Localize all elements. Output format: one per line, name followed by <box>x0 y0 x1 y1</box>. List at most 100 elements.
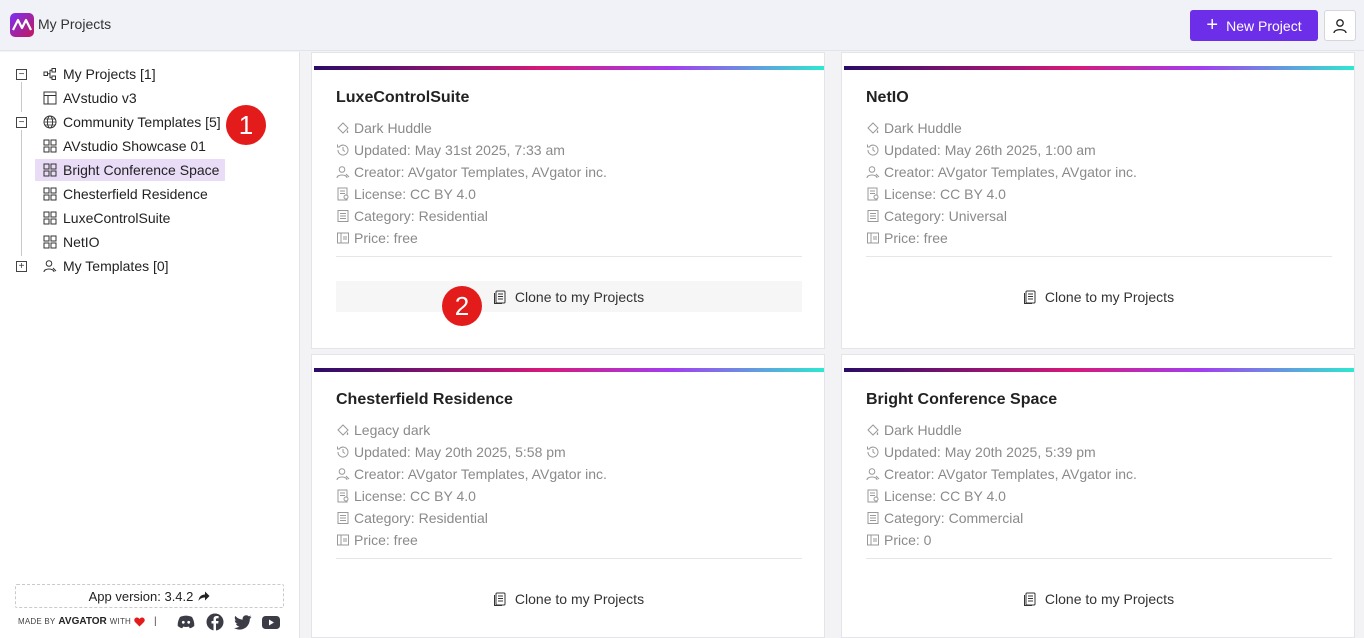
clone-label: Clone to my Projects <box>1044 288 1175 305</box>
card-updated: Updated: May 26th 2025, 1:00 am <box>866 140 1096 160</box>
card-price-text: Price: free <box>884 230 948 246</box>
expand-toggle-icon[interactable]: + <box>16 261 27 272</box>
card-theme-text: Dark Huddle <box>884 120 962 136</box>
card-accent-bar <box>314 66 824 70</box>
heart-icon <box>134 617 145 626</box>
license-icon <box>866 489 880 503</box>
card-category-text: Category: Commercial <box>884 510 1024 526</box>
new-project-button[interactable]: + New Project <box>1190 10 1318 41</box>
card-theme: Dark Huddle <box>866 420 962 440</box>
card-category: Category: Residential <box>336 508 488 528</box>
tree-item-label: AVstudio v3 <box>63 90 137 106</box>
card-license: License: CC BY 4.0 <box>866 486 1006 506</box>
discord-icon[interactable] <box>177 613 195 631</box>
clock-history-icon <box>336 445 350 459</box>
license-icon <box>336 489 350 503</box>
price-icon <box>336 231 350 245</box>
tree-item-community-templates[interactable]: Community Templates [5] <box>43 111 221 133</box>
template-icon <box>43 211 57 225</box>
card-price: Price: free <box>336 228 418 248</box>
card-license-text: License: CC BY 4.0 <box>354 488 476 504</box>
clone-document-icon <box>1023 290 1036 304</box>
clone-to-projects-button[interactable]: Clone to my Projects <box>336 281 802 312</box>
tree-item-chesterfield-residence[interactable]: Chesterfield Residence <box>43 183 208 205</box>
tree-item-netio[interactable]: NetIO <box>43 231 100 253</box>
card-license: License: CC BY 4.0 <box>866 184 1006 204</box>
twitter-icon[interactable] <box>234 613 252 631</box>
tree-item-avstudio-v3[interactable]: AVstudio v3 <box>43 87 137 109</box>
app-version-box[interactable]: App version: 3.4.2 <box>15 584 284 608</box>
clone-to-projects-button[interactable]: Clone to my Projects <box>866 583 1332 614</box>
card-divider <box>336 558 802 559</box>
tree-item-label: NetIO <box>63 234 100 250</box>
card-updated: Updated: May 20th 2025, 5:39 pm <box>866 442 1096 462</box>
template-icon <box>43 139 57 153</box>
category-icon <box>336 511 350 525</box>
tree-item-label: Bright Conference Space <box>63 162 220 178</box>
card-theme-text: Dark Huddle <box>884 422 962 438</box>
step-badge-1: 1 <box>226 105 266 145</box>
made-by-credit: MADE BY AVGATOR WITH | <box>18 616 157 627</box>
card-creator: Creator: AVgator Templates, AVgator inc. <box>866 162 1137 182</box>
card-price-text: Price: free <box>354 532 418 548</box>
clock-history-icon <box>336 143 350 157</box>
creator-icon <box>336 467 350 481</box>
template-card: Chesterfield Residence Legacy dark Updat… <box>311 354 825 638</box>
card-divider <box>866 558 1332 559</box>
card-license: License: CC BY 4.0 <box>336 486 476 506</box>
app-logo-icon[interactable] <box>10 13 34 37</box>
made-by-with: WITH <box>109 617 132 626</box>
card-price: Price: 0 <box>866 530 931 550</box>
card-category-text: Category: Residential <box>354 208 488 224</box>
paint-bucket-icon <box>336 423 350 437</box>
category-icon <box>866 209 880 223</box>
app-title: My Projects <box>38 16 112 32</box>
step-badge-2: 2 <box>442 286 482 326</box>
clock-history-icon <box>866 445 880 459</box>
tree-item-label: LuxeControlSuite <box>63 210 171 226</box>
paint-bucket-icon <box>866 121 880 135</box>
clone-label: Clone to my Projects <box>1044 590 1175 607</box>
layout-icon <box>43 91 57 105</box>
clone-to-projects-button[interactable]: Clone to my Projects <box>336 583 802 614</box>
tree-item-label: Chesterfield Residence <box>63 186 208 202</box>
card-creator: Creator: AVgator Templates, AVgator inc. <box>336 464 607 484</box>
card-price-text: Price: free <box>354 230 418 246</box>
template-card: LuxeControlSuite Dark Huddle Updated: Ma… <box>311 52 825 349</box>
template-card: NetIO Dark Huddle Updated: May 26th 2025… <box>841 52 1355 349</box>
price-icon <box>866 533 880 547</box>
tree-item-label: Community Templates [5] <box>63 114 221 130</box>
card-price: Price: free <box>866 228 948 248</box>
card-category-text: Category: Residential <box>354 510 488 526</box>
card-updated-text: Updated: May 20th 2025, 5:39 pm <box>884 444 1096 460</box>
facebook-icon[interactable] <box>206 613 224 631</box>
card-updated-text: Updated: May 31st 2025, 7:33 am <box>354 142 565 158</box>
card-price-text: Price: 0 <box>884 532 932 548</box>
card-creator: Creator: AVgator Templates, AVgator inc. <box>336 162 607 182</box>
card-updated-text: Updated: May 20th 2025, 5:58 pm <box>354 444 566 460</box>
sidebar-tree: − My Projects [1] AVstudio v3 − Communit… <box>0 52 300 638</box>
globe-icon <box>43 115 57 129</box>
collapse-toggle-icon[interactable]: − <box>16 117 27 128</box>
tree-item-bright-conference-space[interactable]: Bright Conference Space <box>35 159 226 181</box>
tree-item-label: My Templates [0] <box>63 258 169 274</box>
collapse-toggle-icon[interactable]: − <box>16 69 27 80</box>
clone-document-icon <box>493 592 506 606</box>
tree-line <box>21 82 22 112</box>
card-accent-bar <box>844 368 1354 372</box>
clone-to-projects-button[interactable]: Clone to my Projects <box>866 281 1332 312</box>
tree-item-my-templates[interactable]: My Templates [0] <box>43 255 169 277</box>
tree-item-avstudio-showcase[interactable]: AVstudio Showcase 01 <box>43 135 206 157</box>
paint-bucket-icon <box>866 423 880 437</box>
user-menu-button[interactable] <box>1324 10 1356 41</box>
tree-item-luxecontrolsuite[interactable]: LuxeControlSuite <box>43 207 170 229</box>
template-icon <box>43 235 57 249</box>
tree-item-my-projects[interactable]: My Projects [1] <box>43 63 156 85</box>
youtube-icon[interactable] <box>262 613 280 631</box>
license-icon <box>336 187 350 201</box>
card-theme: Dark Huddle <box>336 118 432 138</box>
card-theme: Legacy dark <box>336 420 430 440</box>
category-icon <box>866 511 880 525</box>
clock-history-icon <box>866 143 880 157</box>
card-accent-bar <box>844 66 1354 70</box>
